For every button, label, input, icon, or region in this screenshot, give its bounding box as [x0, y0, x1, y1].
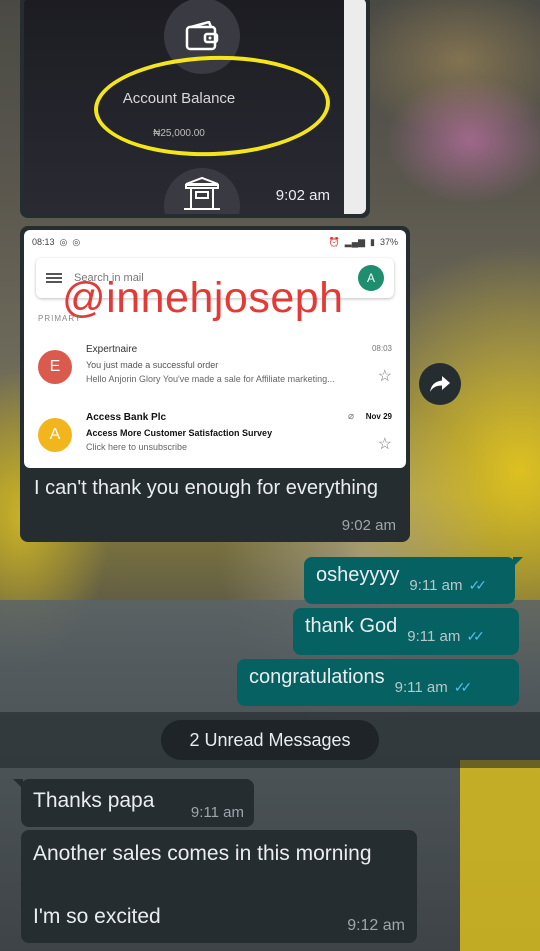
primary-label: PRIMARY	[38, 314, 82, 323]
email-time: Nov 29	[365, 412, 392, 421]
read-ticks-icon: ✓✓	[466, 628, 485, 644]
message-time: 9:11 am	[407, 628, 461, 645]
bubble-tail	[13, 779, 23, 789]
signal-icon: ▂▄▆	[344, 236, 366, 247]
message-time: 9:02 am	[275, 187, 330, 204]
outgoing-message[interactable]: thank God 9:11 am ✓✓	[293, 608, 519, 655]
sender-avatar: A	[38, 418, 72, 452]
message-text: thank God	[305, 615, 398, 637]
email-subject: You just made a successful order	[86, 360, 219, 370]
watermark: @innehjoseph	[62, 274, 344, 322]
message-text: osheyyyy	[316, 564, 400, 586]
message-time: 9:11 am	[394, 679, 448, 696]
message-text: congratulations	[249, 666, 385, 688]
highlight-circle	[92, 51, 332, 161]
image-message-email[interactable]: 08:13 ◎ ◎ ⏰ ▂▄▆ ▮ 37% Search in mail A @…	[20, 226, 410, 542]
email-snippet: Hello Anjorin Glory You've made a sale f…	[86, 374, 335, 384]
status-time: 08:13	[32, 237, 55, 247]
incoming-message[interactable]: Thanks papa 9:11 am	[13, 779, 254, 827]
sender-avatar: E	[38, 350, 72, 384]
attachment-icon: ⌀	[347, 411, 354, 422]
read-ticks-icon: ✓✓	[453, 679, 473, 695]
alarm-icon: ⏰	[328, 236, 340, 247]
status-bar: 08:13 ◎ ◎ ⏰ ▂▄▆ ▮ 37%	[24, 230, 406, 254]
email-snippet: Click here to unsubscribe	[86, 442, 188, 452]
star-icon: ☆	[377, 436, 392, 453]
image-message-account-balance[interactable]: Account Balance ₦25,000.00 9:02 am	[20, 0, 370, 218]
outgoing-message[interactable]: osheyyyy 9:11 am ✓✓	[304, 557, 523, 604]
message-text-line-1: Another sales comes in this morning	[33, 842, 372, 865]
battery-level: 37%	[379, 237, 398, 247]
outgoing-message[interactable]: congratulations 9:11 am ✓✓	[237, 659, 519, 706]
account-balance-screenshot: Account Balance ₦25,000.00 9:02 am	[24, 0, 366, 214]
read-ticks-icon: ✓✓	[468, 577, 487, 593]
email-row: A Access Bank Plc Access More Customer S…	[24, 406, 406, 466]
incoming-message[interactable]: Another sales comes in this morning I'm …	[21, 830, 417, 943]
email-subject: Access More Customer Satisfaction Survey	[86, 428, 273, 438]
bank-icon	[164, 168, 240, 214]
message-time: 9:12 am	[347, 917, 405, 934]
whatsapp-icon: ◎	[59, 236, 68, 247]
whatsapp-icon: ◎	[72, 236, 81, 247]
message-time: 9:11 am	[190, 804, 244, 821]
message-time: 9:11 am	[409, 577, 463, 594]
menu-icon	[46, 273, 62, 283]
account-avatar: A	[358, 265, 384, 291]
email-screenshot: 08:13 ◎ ◎ ⏰ ▂▄▆ ▮ 37% Search in mail A @…	[24, 230, 406, 468]
unread-messages-badge: 2 Unread Messages	[161, 720, 379, 760]
battery-icon: ▮	[370, 236, 375, 247]
email-sender: Expertnaire	[86, 344, 138, 355]
star-icon: ☆	[377, 368, 392, 385]
image-caption: I can't thank you enough for everything	[34, 477, 379, 499]
email-time: 08:03	[371, 344, 392, 353]
email-row: E Expertnaire You just made a successful…	[24, 338, 406, 398]
forward-button[interactable]	[419, 363, 461, 405]
bubble-tail	[513, 557, 523, 567]
message-time: 9:02 am	[341, 517, 396, 534]
message-text: Thanks papa	[33, 789, 155, 812]
email-sender: Access Bank Plc	[86, 412, 167, 423]
background-chair	[460, 760, 540, 951]
forward-icon	[430, 376, 450, 392]
message-text-line-2: I'm so excited	[33, 905, 161, 928]
